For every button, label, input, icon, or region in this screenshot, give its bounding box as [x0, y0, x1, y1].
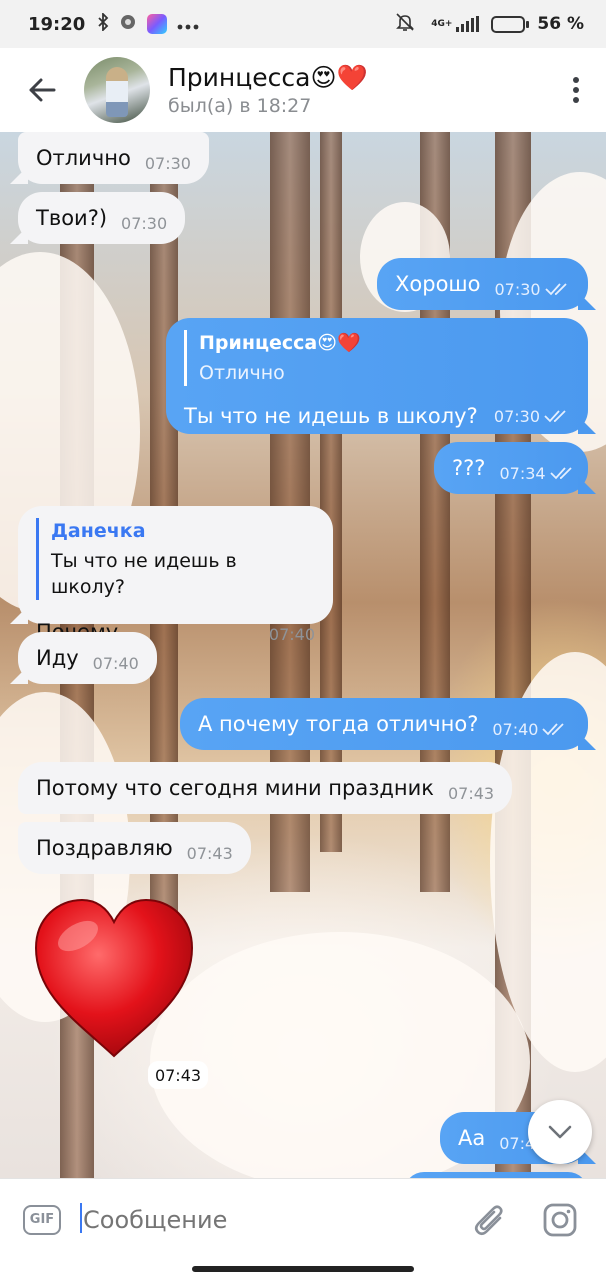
battery-percent: 56 % [537, 14, 584, 34]
contact-info[interactable]: Принцесса😍❤️ был(а) в 18:27 [168, 63, 546, 117]
bluetooth-icon [97, 11, 109, 35]
message-text: Аа [458, 1126, 486, 1150]
read-checkmarks-icon [544, 277, 571, 301]
message-time: 07:40 [92, 653, 139, 673]
quote-text: Отлично [199, 362, 285, 384]
read-checkmarks-icon [544, 404, 570, 428]
read-checkmarks-icon [542, 717, 568, 741]
more-menu-button[interactable] [546, 48, 606, 132]
paperclip-icon [474, 1204, 503, 1235]
camera-button[interactable] [536, 1196, 584, 1244]
message-outgoing[interactable]: Хорошо 07:30 [377, 258, 588, 310]
camera-icon [543, 1203, 577, 1236]
message-text: ??? [452, 456, 486, 480]
message-time: 07:43 [447, 783, 495, 803]
message-outgoing-reply[interactable]: Принцесса😍❤️ Отлично Ты что не идешь в ш… [166, 318, 588, 434]
message-time: 07:43 [186, 843, 233, 863]
text-caret [80, 1203, 82, 1233]
message-outgoing[interactable]: ??? 07:34 [434, 442, 588, 494]
message-time: 07:40 [268, 625, 315, 644]
network-type: 4G+ [431, 18, 453, 29]
chat-area[interactable]: Отлично 07:30 Твои?) 07:30 Хорошо 07:30 … [0, 132, 606, 1178]
message-text: А почему тогда отлично? [198, 712, 479, 736]
attach-button[interactable] [466, 1196, 514, 1244]
message-time: 07:30 [493, 406, 540, 426]
message-time: 07:40 [492, 719, 539, 739]
signal-icon [456, 16, 480, 32]
gif-button[interactable]: GIF [23, 1204, 61, 1235]
battery-icon [491, 15, 530, 33]
sticker-time: 07:43 [148, 1061, 208, 1089]
message-text: Иду [36, 646, 79, 670]
quote-author: Принцесса😍❤️ [199, 332, 361, 354]
message-time: 07:30 [121, 213, 168, 233]
message-text: Отлично [36, 146, 131, 170]
message-text: Потому что сегодня мини праздник [36, 776, 434, 800]
message-time: 07:30 [144, 153, 191, 173]
message-time: 07:34 [499, 463, 546, 483]
app-notification-icon [119, 13, 137, 35]
message-incoming[interactable]: Твои?) 07:30 [18, 192, 186, 244]
chat-header: Принцесса😍❤️ был(а) в 18:27 [0, 48, 606, 132]
heart-sticker[interactable] [30, 896, 198, 1062]
message-text: Хорошо [395, 272, 481, 296]
message-incoming[interactable]: Отлично 07:30 [18, 132, 209, 184]
message-incoming[interactable]: Поздравляю 07:43 [18, 822, 251, 874]
system-nav-bar [0, 1260, 606, 1280]
mute-bell-icon [395, 12, 415, 36]
contact-name: Принцесса😍❤️ [168, 63, 368, 92]
scroll-to-bottom-button[interactable] [528, 1100, 592, 1164]
message-incoming-reply[interactable]: Данечка Ты что не идешь в школу? Почему … [18, 506, 333, 644]
avatar[interactable] [84, 57, 150, 123]
message-input[interactable] [79, 1199, 466, 1240]
home-indicator[interactable] [192, 1266, 414, 1272]
arrow-left-icon [29, 78, 56, 102]
back-button[interactable] [0, 48, 84, 132]
status-bar: 19:20 4G+ 56 % [0, 0, 606, 48]
chevron-down-icon [548, 1125, 572, 1139]
more-notifications-icon [177, 15, 199, 34]
message-outgoing[interactable]: А почему тогда отлично? 07:40 [180, 698, 588, 750]
quote-author: Данечка [51, 520, 146, 542]
status-time: 19:20 [28, 13, 86, 35]
message-text: Поздравляю [36, 836, 173, 860]
contact-last-seen: был(а) в 18:27 [168, 95, 312, 117]
more-vertical-icon [573, 77, 579, 103]
quote-text: Ты что не идешь в школу? [51, 550, 237, 598]
reply-quote[interactable]: Данечка Ты что не идешь в школу? [36, 518, 315, 600]
read-checkmarks-icon [549, 461, 576, 485]
app-badge-icon [147, 14, 168, 34]
message-composer: GIF [0, 1178, 606, 1260]
message-incoming[interactable]: Иду 07:40 [18, 632, 157, 684]
message-time: 07:30 [494, 279, 541, 299]
message-incoming[interactable]: Потому что сегодня мини праздник 07:43 [18, 762, 513, 814]
message-text: Ты что не идешь в школу? [184, 404, 478, 428]
reply-quote[interactable]: Принцесса😍❤️ Отлично [184, 330, 570, 386]
message-text: Твои?) [36, 206, 108, 230]
